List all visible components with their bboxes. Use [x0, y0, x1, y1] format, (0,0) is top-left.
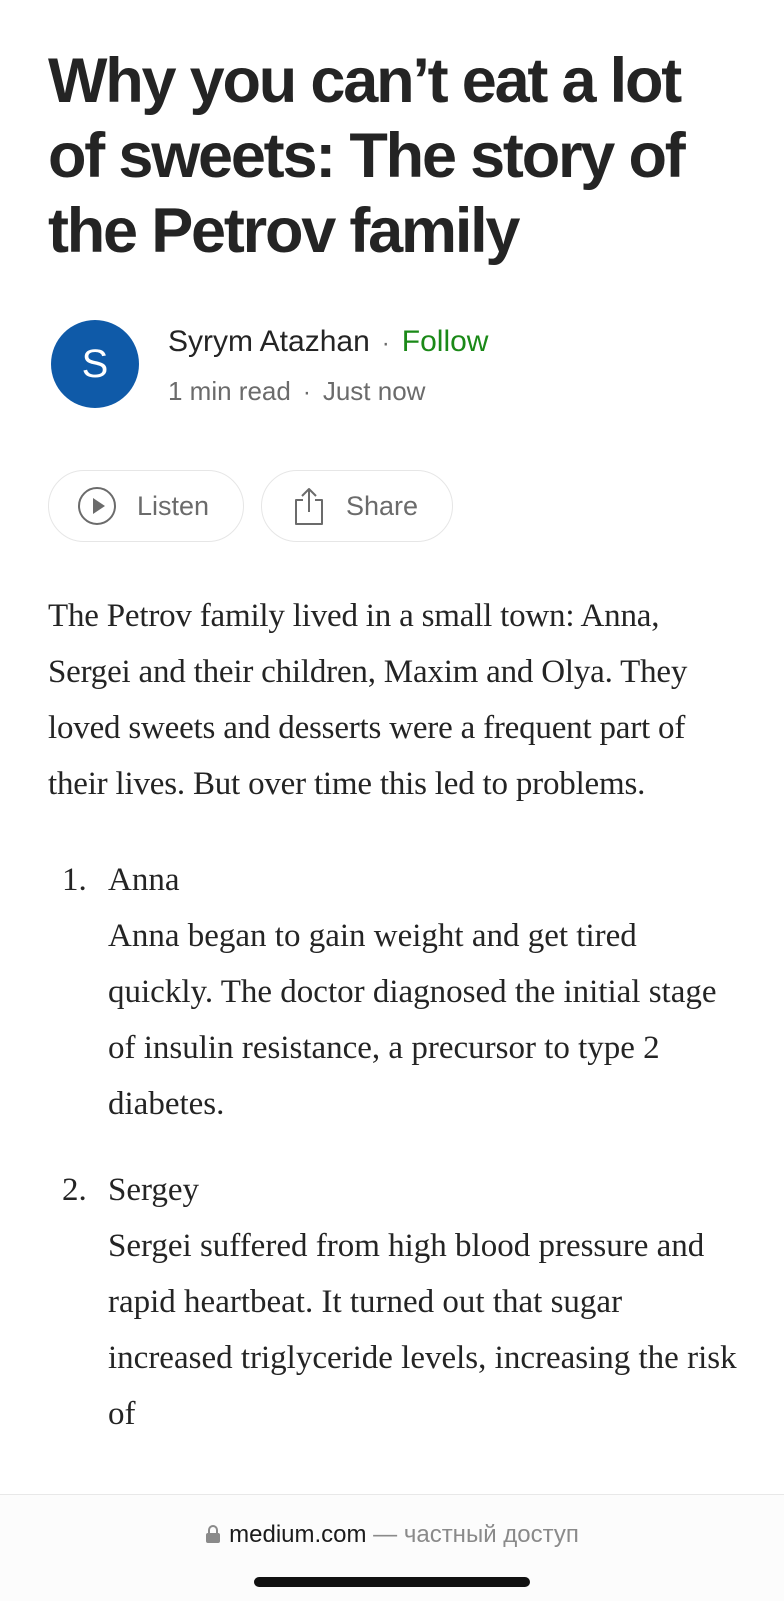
listen-label: Listen — [137, 490, 210, 521]
intro-paragraph: The Petrov family lived in a small town:… — [48, 598, 688, 802]
publish-time: Just now — [322, 376, 426, 406]
private-access-label: — частный доступ — [373, 1521, 579, 1548]
list-item: 1. Anna Anna began to gain weight and ge… — [48, 852, 748, 1132]
list-item-heading: Sergey — [108, 1172, 200, 1208]
author-avatar[interactable]: S — [51, 320, 139, 408]
play-icon — [77, 486, 117, 526]
separator-dot: · — [381, 330, 390, 357]
follow-button[interactable]: Follow — [402, 325, 489, 358]
browser-address-bar[interactable]: medium.com — частный доступ — [0, 1494, 784, 1601]
share-icon — [292, 486, 326, 526]
author-meta: Syrym Atazhan · Follow 1 min read · Just now — [168, 320, 488, 409]
article-actions: Listen Share — [48, 470, 453, 542]
article-header: Why you can’t eat a lot of sweets: The s… — [48, 44, 748, 269]
share-label: Share — [346, 490, 419, 521]
article-body: The Petrov family lived in a small town:… — [48, 588, 748, 1472]
list-item-text: Anna began to gain weight and get tired … — [108, 918, 717, 1122]
list-item-number: 1. — [62, 862, 87, 898]
list-item-text: Sergei suffered from high blood pressure… — [108, 1228, 737, 1432]
listen-button[interactable]: Listen — [48, 470, 244, 542]
share-button[interactable]: Share — [261, 470, 453, 542]
home-indicator[interactable] — [254, 1577, 530, 1587]
separator-dot: · — [302, 379, 311, 406]
list-item-heading: Anna — [108, 862, 180, 898]
author-name[interactable]: Syrym Atazhan — [168, 325, 370, 358]
lock-icon — [205, 1523, 221, 1551]
story-list: 1. Anna Anna began to gain weight and ge… — [48, 852, 748, 1442]
avatar-letter: S — [81, 341, 109, 386]
read-time: 1 min read — [168, 376, 291, 406]
author-byline: S Syrym Atazhan · Follow 1 min read · Just n… — [51, 320, 488, 409]
list-item: 2. Sergey Sergei suffered from high bloo… — [48, 1162, 748, 1442]
list-item-number: 2. — [62, 1172, 87, 1208]
article-title: Why you can’t eat a lot of sweets: The s… — [48, 46, 686, 266]
url-domain: medium.com — [229, 1521, 367, 1548]
url-display[interactable]: medium.com — частный доступ — [0, 1521, 784, 1551]
